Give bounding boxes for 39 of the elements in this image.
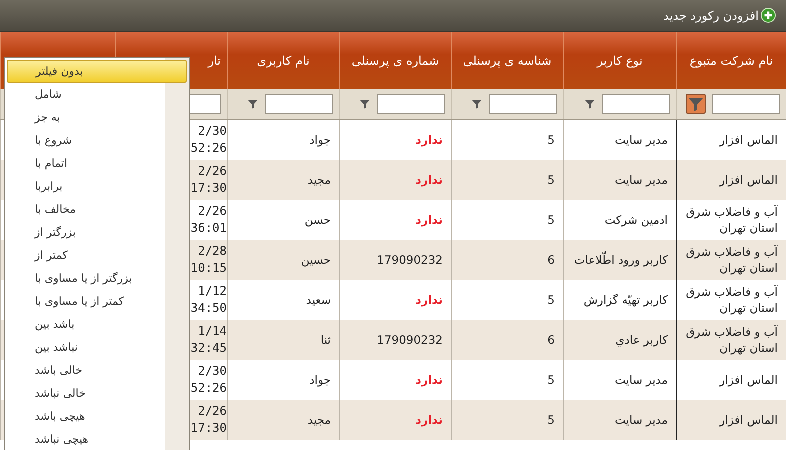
- add-record-button[interactable]: افزودن رکورد جدید: [664, 8, 776, 23]
- table-cell: مجید: [227, 400, 339, 440]
- filter-icon[interactable]: [686, 94, 706, 114]
- table-cell: 5: [451, 400, 563, 440]
- table-cell: الماس افزار: [676, 400, 786, 440]
- table-cell: کاربر عادي: [563, 320, 676, 360]
- column-header[interactable]: نوع کاربر: [563, 32, 676, 89]
- table-cell: ثنا: [227, 320, 339, 360]
- menu-item[interactable]: بدون فیلتر: [7, 60, 187, 83]
- filter-field[interactable]: [712, 94, 780, 114]
- table-cell: مدیر سایت: [563, 400, 676, 440]
- filter-field[interactable]: [489, 94, 557, 114]
- table-cell: ندارد: [339, 400, 451, 440]
- filter-icon[interactable]: [584, 98, 596, 110]
- filter-field[interactable]: [377, 94, 445, 114]
- table-cell: 6: [451, 240, 563, 280]
- table-cell: مدیر سایت: [563, 160, 676, 200]
- table-cell: 179090232: [339, 240, 451, 280]
- filter-icon[interactable]: [247, 98, 259, 110]
- column-header[interactable]: نام کاربری: [227, 32, 339, 89]
- table-cell: کاربر ورود اطّلاعات: [563, 240, 676, 280]
- menu-item[interactable]: شامل: [7, 83, 187, 106]
- table-cell: 179090232: [339, 320, 451, 360]
- table-cell: 6: [451, 320, 563, 360]
- filter-field[interactable]: [265, 94, 333, 114]
- column-header[interactable]: نام شرکت متبوع: [676, 32, 786, 89]
- table-cell: حسین: [227, 240, 339, 280]
- table-cell: ندارد: [339, 160, 451, 200]
- column-header[interactable]: شناسه ی پرسنلی: [451, 32, 563, 89]
- filter-icon[interactable]: [359, 98, 371, 110]
- table-cell: آب و فاضلاب شرق استان تهران: [676, 240, 786, 280]
- filter-icon[interactable]: [471, 98, 483, 110]
- plus-icon: [761, 8, 776, 23]
- table-cell: 5: [451, 160, 563, 200]
- column-header[interactable]: شماره ی پرسنلی: [339, 32, 451, 89]
- table-cell: آب و فاضلاب شرق استان تهران: [676, 320, 786, 360]
- filter-field[interactable]: [602, 94, 670, 114]
- table-cell: الماس افزار: [676, 160, 786, 200]
- table-cell: مجید: [227, 160, 339, 200]
